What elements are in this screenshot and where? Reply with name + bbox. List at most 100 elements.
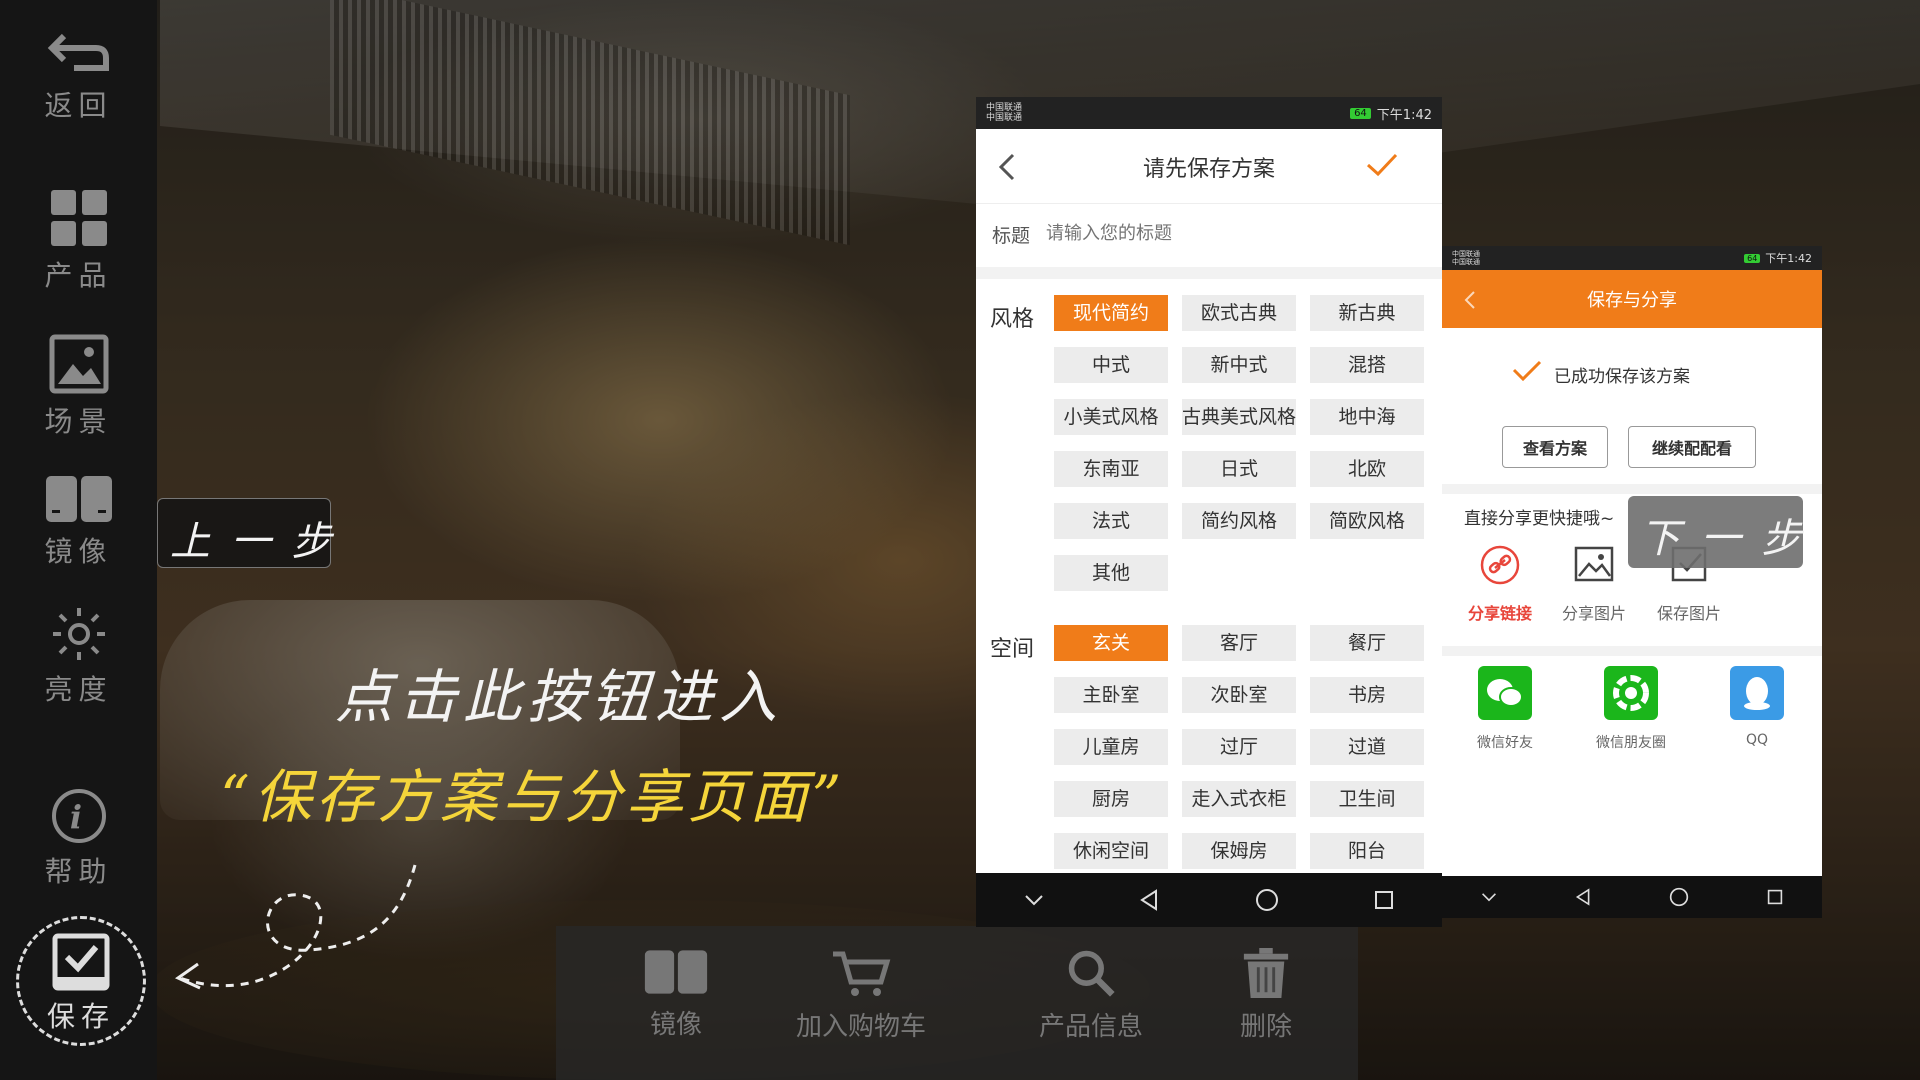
style-chip[interactable]: 古典美式风格 [1182, 399, 1296, 435]
nav-recents-icon[interactable] [1767, 889, 1783, 905]
product-label: 产品 [44, 259, 113, 292]
scene-button[interactable]: 场景 [0, 334, 157, 440]
save-button[interactable]: 保存 [16, 916, 146, 1046]
add-to-cart-button[interactable]: 加入购物车 [786, 948, 936, 1043]
space-chip[interactable]: 餐厅 [1310, 625, 1424, 661]
image-icon [49, 334, 108, 394]
search-icon [1068, 950, 1115, 997]
carrier-label: 中国联通 中国联通 [986, 103, 1023, 123]
info-icon: i [51, 789, 106, 843]
moments-icon [1604, 666, 1658, 720]
help-button[interactable]: i 帮助 [0, 788, 157, 890]
divider [1442, 646, 1822, 656]
share-link-label: 分享链接 [1467, 604, 1532, 623]
space-chip[interactable]: 过道 [1310, 729, 1424, 765]
space-chip[interactable]: 儿童房 [1054, 729, 1168, 765]
share-body: 已成功保存该方案 查看方案 继续配配看 直接分享更快捷哦~ 分享链接 分享图片 … [1442, 328, 1822, 876]
bottom-toolbar: 镜像 加入购物车 产品信息 删除 [556, 926, 1358, 1080]
product-button[interactable]: 产品 [0, 188, 157, 294]
status-right: 64 下午1:42 [1350, 104, 1432, 123]
next-step-button[interactable]: 下 一 步 [1628, 496, 1803, 568]
style-chip[interactable]: 法式 [1054, 503, 1168, 539]
nav-home-icon[interactable] [1669, 887, 1689, 907]
share-link-button[interactable]: 分享链接 [1450, 544, 1550, 624]
space-chip[interactable]: 保姆房 [1182, 833, 1296, 869]
form-body: 请先保存方案 标题 风格 现代简约欧式古典新古典中式新中式混搭小美式风格古典美式… [976, 129, 1442, 873]
title-input[interactable] [1046, 217, 1416, 249]
style-chip[interactable]: 现代简约 [1054, 295, 1168, 331]
header: 保存与分享 [1442, 270, 1822, 328]
style-chip[interactable]: 北欧 [1310, 451, 1424, 487]
space-chip[interactable]: 休闲空间 [1054, 833, 1168, 869]
nav-back-icon[interactable] [1139, 889, 1159, 911]
wechat-moments-label: 微信朋友圈 [1596, 735, 1666, 751]
qq-label: QQ [1745, 732, 1769, 748]
nav-recents-icon[interactable] [1374, 890, 1394, 910]
back-arrow-icon [47, 33, 109, 71]
chevron-down-icon[interactable] [1481, 892, 1497, 902]
status-right: 64 下午1:42 [1744, 250, 1812, 266]
mirror-icon [644, 950, 708, 994]
style-chip[interactable]: 东南亚 [1054, 451, 1168, 487]
delete-label: 删除 [1239, 1012, 1292, 1042]
confirm-check-icon[interactable] [1366, 153, 1398, 177]
save-check-icon [52, 933, 110, 991]
space-chip[interactable]: 厨房 [1054, 781, 1168, 817]
space-chip[interactable]: 卫生间 [1310, 781, 1424, 817]
style-chip[interactable]: 混搭 [1310, 347, 1424, 383]
mirror-button[interactable]: 镜像 [0, 474, 157, 570]
nav-back-icon[interactable] [1575, 888, 1591, 906]
space-chip[interactable]: 走入式衣柜 [1182, 781, 1296, 817]
style-chip[interactable]: 小美式风格 [1054, 399, 1168, 435]
chevron-down-icon[interactable] [1024, 894, 1044, 906]
space-chip[interactable]: 书房 [1310, 677, 1424, 713]
left-toolbar: 返回 产品 场景 镜像 亮度 i 帮助 保存 [0, 0, 157, 1080]
style-section-label: 风格 [990, 307, 1035, 332]
qq-share-button[interactable]: QQ [1702, 666, 1812, 756]
space-chip[interactable]: 次卧室 [1182, 677, 1296, 713]
style-chip[interactable]: 日式 [1182, 451, 1296, 487]
bottom-mirror-button[interactable]: 镜像 [626, 948, 726, 1041]
caption-line2: “保存方案与分享页面” [220, 763, 846, 831]
space-chip[interactable]: 玄关 [1054, 625, 1168, 661]
back-label: 返回 [44, 89, 113, 122]
brightness-button[interactable]: 亮度 [0, 606, 157, 708]
wechat-icon [1478, 666, 1532, 720]
view-plan-button[interactable]: 查看方案 [1502, 426, 1608, 468]
style-chip[interactable]: 新古典 [1310, 295, 1424, 331]
style-chip[interactable]: 简欧风格 [1310, 503, 1424, 539]
sun-icon [52, 608, 105, 660]
save-share-screen: 中国联通 中国联通 64 下午1:42 保存与分享 已成功保存该方案 查看方案 继… [1442, 246, 1822, 918]
style-chip[interactable]: 其他 [1054, 555, 1168, 591]
next-step-label: 下 一 步 [1640, 516, 1806, 562]
style-chip[interactable]: 欧式古典 [1182, 295, 1296, 331]
battery-icon: 64 [1350, 107, 1371, 119]
brightness-label: 亮度 [44, 673, 113, 706]
title-field-label: 标题 [992, 225, 1031, 247]
nav-home-icon[interactable] [1255, 888, 1279, 912]
bottom-mirror-label: 镜像 [649, 1010, 702, 1040]
success-check-icon [1512, 360, 1542, 382]
continue-button[interactable]: 继续配配看 [1628, 426, 1756, 468]
svg-text:i: i [69, 798, 87, 836]
share-heading: 直接分享更快捷哦~ [1464, 509, 1615, 529]
space-chip[interactable]: 阳台 [1310, 833, 1424, 869]
back-button[interactable]: 返回 [0, 28, 157, 124]
space-chip[interactable]: 主卧室 [1054, 677, 1168, 713]
space-chip[interactable]: 过厅 [1182, 729, 1296, 765]
style-chip[interactable]: 新中式 [1182, 347, 1296, 383]
status-time: 下午1:42 [1765, 252, 1812, 265]
prev-step-button[interactable]: 上 一 步 [157, 498, 331, 568]
wechat-moments-button[interactable]: 微信朋友圈 [1576, 666, 1686, 756]
wechat-friends-button[interactable]: 微信好友 [1450, 666, 1560, 756]
space-chip[interactable]: 客厅 [1182, 625, 1296, 661]
style-chip[interactable]: 中式 [1054, 347, 1168, 383]
cart-label: 加入购物车 [795, 1012, 926, 1042]
style-chip[interactable]: 地中海 [1310, 399, 1424, 435]
qq-icon [1730, 666, 1784, 720]
style-chip[interactable]: 简约风格 [1182, 503, 1296, 539]
product-info-button[interactable]: 产品信息 [1016, 948, 1166, 1043]
delete-button[interactable]: 删除 [1216, 948, 1316, 1043]
trash-icon [1243, 948, 1289, 998]
save-image-label: 保存图片 [1656, 604, 1721, 623]
